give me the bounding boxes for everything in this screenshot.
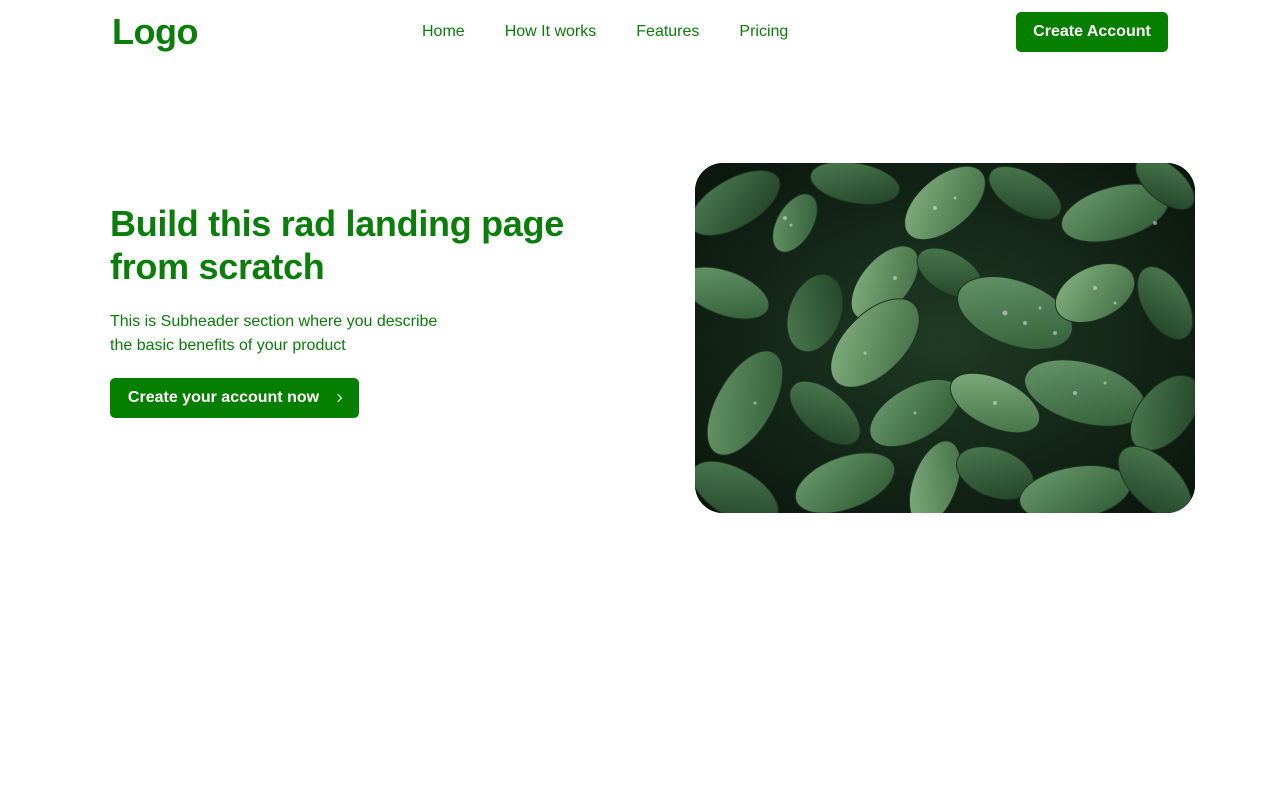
hero-subtitle: This is Subheader section where you desc… — [110, 310, 470, 358]
nav-how-it-works-link[interactable]: How It works — [505, 20, 597, 44]
hero-subtitle-line-1: This is Subheader section where you desc… — [110, 313, 438, 330]
logo[interactable]: Logo — [112, 12, 198, 52]
nav-pricing-link[interactable]: Pricing — [739, 20, 788, 44]
main-nav: Home How It works Features Pricing — [422, 20, 788, 44]
create-account-button[interactable]: Create Account — [1016, 12, 1168, 52]
site-header: Logo Home How It works Features Pricing … — [0, 0, 1280, 64]
hero-title: Build this rad landing page from scratch — [110, 203, 564, 287]
create-your-account-button[interactable]: Create your account now — [110, 378, 359, 418]
create-account-label: Create Account — [1033, 23, 1151, 40]
hero-image — [695, 163, 1195, 513]
leaves-photo-icon — [695, 163, 1195, 513]
nav-features-link[interactable]: Features — [636, 20, 699, 44]
create-your-account-label: Create your account now — [127, 389, 320, 406]
nav-home-link[interactable]: Home — [422, 20, 465, 44]
chevron-right-icon — [333, 393, 343, 403]
hero-subtitle-line-2: the basic benefits of your product — [110, 337, 346, 354]
landing-page: Logo Home How It works Features Pricing … — [0, 0, 1280, 800]
